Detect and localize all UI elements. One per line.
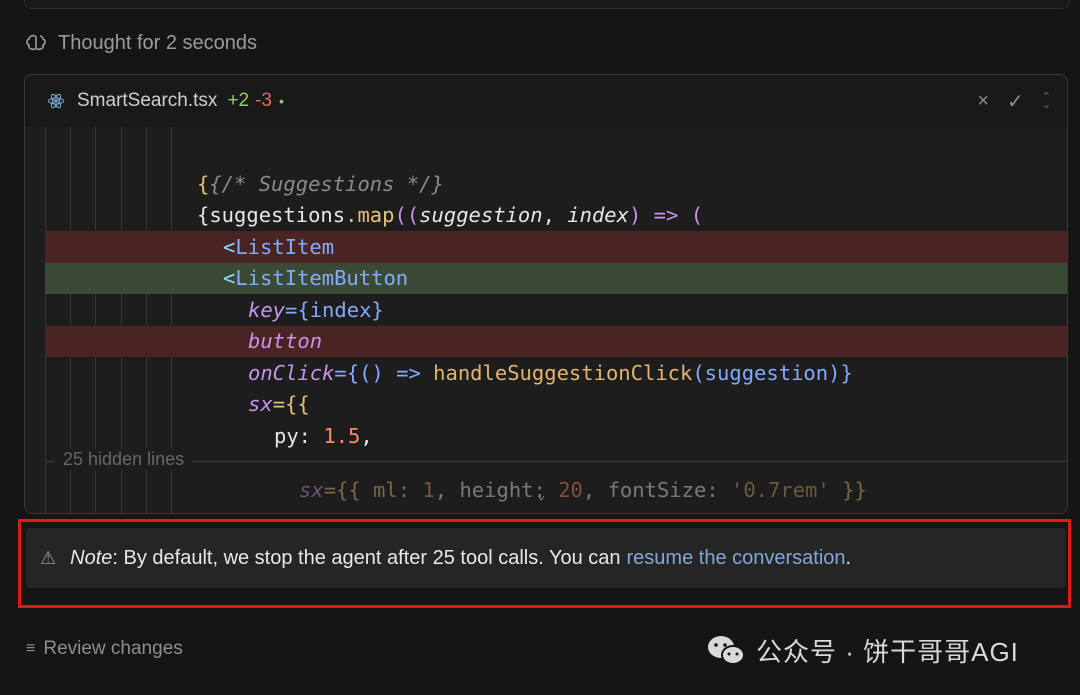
list-icon: ≡ — [26, 640, 36, 657]
watermark-text: 公众号 · 饼干哥哥AGI — [756, 637, 1019, 667]
code-token: handleSuggestionClick — [433, 360, 693, 385]
code-token: key — [248, 297, 286, 322]
code-token: .map — [345, 202, 395, 227]
code-token: , — [360, 423, 373, 448]
code-line[interactable]: onClick={() => handleSuggestionClick(sug… — [45, 357, 1067, 389]
highlight-frame — [18, 519, 1071, 608]
code-line[interactable]: {{/* Suggestions */} — [45, 168, 1067, 200]
code-token: sx — [248, 392, 273, 417]
code-line[interactable]: py: 1.5, — [45, 420, 1067, 452]
brain-icon — [26, 34, 46, 51]
code-token: index — [567, 202, 629, 227]
file-name[interactable]: SmartSearch.tsx — [77, 90, 217, 112]
expand-collapse-icon[interactable]: ⌃ ⌄ — [1042, 92, 1051, 111]
deleted-code-line[interactable]: button — [45, 325, 1067, 357]
code-token: ListItem — [235, 234, 335, 259]
file-diff-card: SmartSearch.tsx +2 -3 • × ✓ ⌃ ⌄ {{/* Sugg… — [24, 74, 1068, 514]
comment-text: {/* Suggestions */} — [209, 171, 444, 196]
code-token: ) => ( — [629, 202, 704, 227]
code-token: ={{ — [272, 392, 310, 417]
previous-card — [24, 0, 1070, 9]
chevron-down-icon[interactable]: ⌄ — [537, 487, 545, 503]
code-token: 1 — [422, 477, 435, 502]
hidden-lines-divider — [45, 461, 1067, 462]
code-token: ={() => — [334, 360, 434, 385]
code-line[interactable]: key={index} — [45, 294, 1067, 326]
code-token: (suggestion)} — [692, 360, 853, 385]
code-token: suggestion — [419, 202, 543, 227]
review-label: Review changes — [43, 638, 183, 659]
code-line[interactable]: sx={{ ml: 1, height: 20, fontSize: '0.7r… — [45, 474, 1067, 506]
code-token: }} — [829, 477, 867, 502]
deleted-code-line[interactable]: <ListItem — [45, 231, 1067, 263]
file-header: SmartSearch.tsx +2 -3 • × ✓ ⌃ ⌄ — [25, 75, 1067, 127]
code-token: sx — [299, 477, 324, 502]
unsaved-dot-icon: • — [279, 93, 284, 109]
code-token: '0.7rem' — [731, 477, 830, 502]
code-token: ={index} — [285, 297, 384, 322]
code-token: , fontSize: — [582, 477, 731, 502]
code-line[interactable]: {suggestions.map((suggestion, index) => … — [45, 199, 1067, 231]
accept-check-icon[interactable]: ✓ — [1007, 89, 1024, 114]
code-diff-view: {{/* Suggestions */} {suggestions.map((s… — [25, 127, 1067, 513]
code-token: onClick — [248, 360, 335, 385]
wechat-icon — [708, 635, 745, 665]
code-token: (( — [394, 202, 420, 227]
review-changes-button[interactable]: ≡ Review changes — [26, 638, 183, 660]
added-code-line[interactable]: <ListItemButton — [45, 262, 1067, 294]
code-token: 1.5 — [323, 423, 361, 448]
code-token: 20 — [558, 477, 583, 502]
code-token: py: — [274, 423, 324, 448]
removed-count: -3 — [255, 90, 273, 111]
code-token: , — [542, 202, 568, 227]
thought-indicator[interactable]: Thought for 2 seconds — [24, 28, 257, 58]
watermark: 公众号 · 饼干哥哥AGI — [706, 632, 1019, 669]
code-token: ListItemButton — [235, 266, 409, 291]
code-token: ={{ ml: — [323, 477, 423, 502]
code-token: < — [223, 234, 236, 259]
code-line[interactable]: sx={{ — [45, 389, 1067, 421]
react-icon — [47, 93, 65, 109]
added-count: +2 — [227, 90, 250, 111]
code-token: < — [223, 266, 236, 291]
code-token: button — [248, 329, 323, 354]
header-actions: × ✓ ⌃ ⌄ — [977, 89, 1051, 114]
code-token: {suggestions — [197, 202, 346, 227]
reject-close-icon[interactable]: × — [977, 90, 989, 113]
hidden-lines-label[interactable]: 25 hidden lines — [55, 449, 193, 470]
thought-text: Thought for 2 seconds — [58, 31, 258, 54]
